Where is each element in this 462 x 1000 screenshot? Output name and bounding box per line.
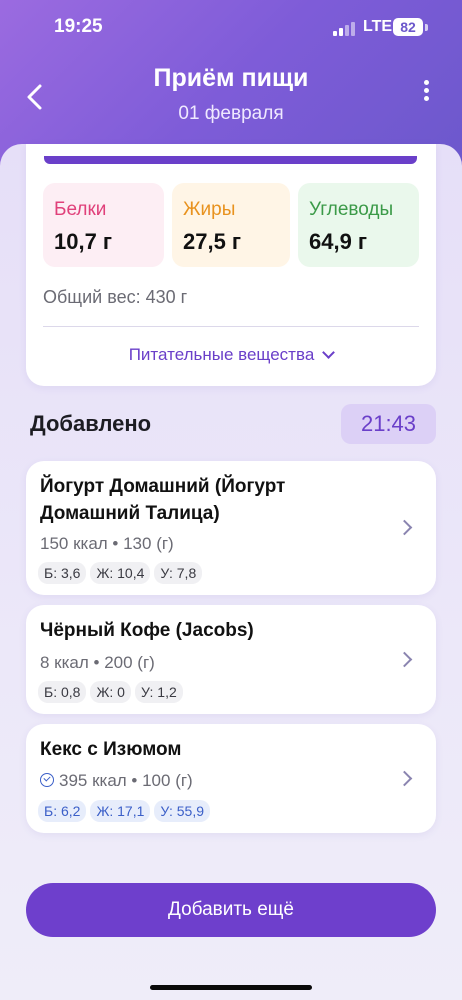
- food-name: Йогурт Домашний (Йогурт Домашний Талица): [40, 476, 286, 524]
- chevron-down-icon: [322, 346, 336, 359]
- food-item-yogurt[interactable]: Йогурт Домашний (Йогурт Домашний Талица)…: [26, 461, 436, 595]
- battery-tip: [425, 24, 428, 31]
- chip-fat: Ж: 0: [90, 681, 131, 703]
- chip-protein: Б: 6,2: [38, 800, 87, 822]
- macro-protein-value: 10,7 г: [54, 229, 113, 254]
- chip-fat: Ж: 17,1: [90, 800, 151, 822]
- macro-fat-label: Жиры: [183, 199, 236, 220]
- more-menu-button[interactable]: [416, 80, 436, 104]
- network-label: LTE: [363, 18, 393, 35]
- verified-check-icon: [40, 773, 54, 787]
- food-info-row: 395 ккал • 100 (г): [40, 771, 193, 791]
- food-info: 395 ккал • 100 (г): [59, 771, 193, 790]
- chip-carbs: У: 1,2: [134, 681, 183, 703]
- home-indicator[interactable]: [150, 985, 312, 990]
- chip-carbs: У: 55,9: [154, 800, 211, 822]
- status-time: 19:25: [54, 16, 103, 37]
- chip-protein: Б: 0,8: [38, 681, 87, 703]
- page-title: Приём пищи: [153, 64, 309, 92]
- food-info: 8 ккал • 200 (г): [40, 653, 155, 672]
- battery-icon: 82: [393, 18, 423, 36]
- food-macros: Б: 3,6 Ж: 10,4 У: 7,8: [38, 562, 206, 584]
- chevron-right-icon: [396, 651, 413, 668]
- food-macros: Б: 0,8 Ж: 0 У: 1,2: [38, 681, 187, 703]
- more-vertical-icon: [416, 80, 436, 101]
- chip-protein: Б: 3,6: [38, 562, 87, 584]
- food-name: Чёрный Кофе (Jacobs): [40, 620, 254, 641]
- calorie-progress-bar: [44, 156, 417, 164]
- total-weight: Общий вес: 430 г: [43, 287, 188, 307]
- nutrients-toggle[interactable]: Питательные вещества: [26, 345, 436, 365]
- macro-carbs-label: Углеводы: [309, 199, 394, 220]
- signal-icon: [333, 22, 357, 36]
- chip-fat: Ж: 10,4: [90, 562, 151, 584]
- chevron-right-icon: [396, 519, 413, 536]
- macro-protein: Белки 10,7 г: [43, 183, 164, 267]
- food-item-coffee[interactable]: Чёрный Кофе (Jacobs) 8 ккал • 200 (г) Б:…: [26, 605, 436, 714]
- macro-carbs: Углеводы 64,9 г: [298, 183, 419, 267]
- add-more-button[interactable]: Добавить ещё: [26, 883, 436, 937]
- macro-carbs-value: 64,9 г: [309, 229, 368, 254]
- macro-fat-value: 27,5 г: [183, 229, 242, 254]
- nutrition-summary-card: Белки 10,7 г Жиры 27,5 г Углеводы 64,9 г…: [26, 144, 436, 386]
- chip-carbs: У: 7,8: [154, 562, 203, 584]
- macro-fat: Жиры 27,5 г: [172, 183, 290, 267]
- divider: [43, 326, 419, 327]
- meal-time-badge[interactable]: 21:43: [341, 404, 436, 444]
- status-bar: 19:25 LTE 82: [0, 14, 462, 44]
- food-info: 150 ккал • 130 (г): [40, 534, 174, 553]
- chevron-right-icon: [396, 770, 413, 787]
- nutrients-label: Питательные вещества: [128, 345, 315, 364]
- food-item-cake[interactable]: Кекс с Изюмом 395 ккал • 100 (г) Б: 6,2 Ж…: [26, 724, 436, 833]
- food-macros: Б: 6,2 Ж: 17,1 У: 55,9: [38, 800, 214, 822]
- page-date[interactable]: 01 февраля: [0, 103, 462, 125]
- food-name: Кекс с Изюмом: [40, 739, 182, 760]
- macro-protein-label: Белки: [54, 199, 107, 220]
- added-section-title: Добавлено: [30, 411, 152, 436]
